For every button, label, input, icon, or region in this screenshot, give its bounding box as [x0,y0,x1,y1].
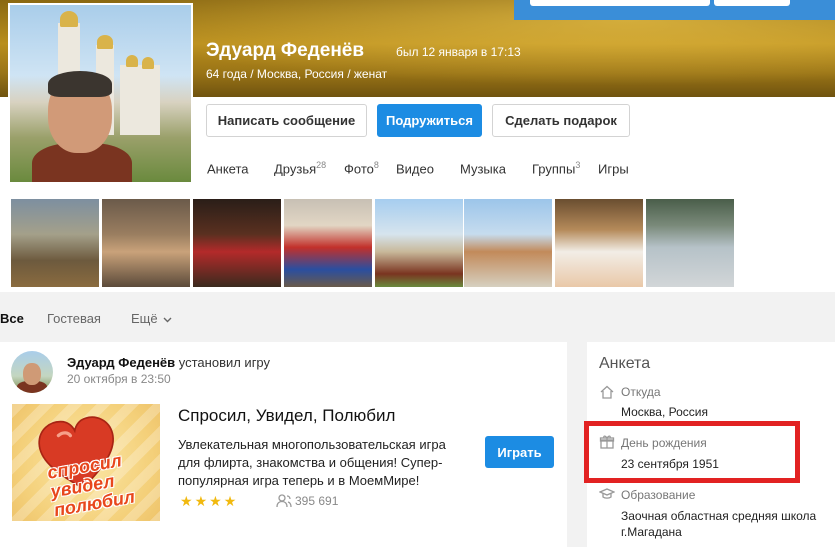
tab-photos[interactable]: Фото8 [344,160,379,176]
photo-thumb[interactable] [284,199,372,287]
post-author-name[interactable]: Эдуард Феденёв [67,355,175,370]
post-time: 20 октября в 23:50 [67,372,171,386]
tab-all[interactable]: Все [0,311,24,326]
profile-info: 64 года / Москва, Россия / женат [206,67,388,81]
star-icon: ★ [223,493,239,509]
education-value: Заочная областная средняя школа г.Магада… [621,509,817,539]
photo-thumb[interactable] [646,199,734,287]
education-label: Образование [621,488,696,502]
tab-profile[interactable]: Анкета [207,160,249,176]
players-count: 395 691 [276,494,338,508]
photo-thumb[interactable] [102,199,190,287]
search-field[interactable] [530,0,710,6]
star-icon: ★ [180,493,195,509]
chevron-down-icon [163,317,172,323]
home-icon [600,385,614,399]
tab-friends[interactable]: Друзья28 [274,160,326,176]
tab-guestbook[interactable]: Гостевая [47,311,101,326]
rating-stars: ★★★★ [180,493,238,510]
summary-title: Анкета [599,355,651,372]
send-message-button[interactable]: Написать сообщение [206,104,367,137]
game-title[interactable]: Спросил, Увидел, Полюбил [178,406,395,426]
play-button[interactable]: Играть [485,436,554,468]
users-icon [276,494,292,508]
photo-thumb[interactable] [555,199,643,287]
tab-more-label: Ещё [131,311,158,326]
post-author: Эдуард Феденёв установил игру [67,355,270,370]
tab-games[interactable]: Игры [598,160,629,176]
profile-name: Эдуард Феденёв [206,40,365,61]
tab-music[interactable]: Музыка [460,160,506,176]
game-description: Увлекательная многопользовательская игра… [178,437,446,488]
add-friend-button[interactable]: Подружиться [377,104,482,137]
photo-thumb[interactable] [375,199,463,287]
game-thumbnail[interactable]: спросил увидел полюбил [12,404,160,521]
star-icon: ★ [209,493,224,509]
tab-video[interactable]: Видео [396,160,434,176]
photo-thumb[interactable] [464,199,552,287]
birthday-highlight-frame [584,421,800,483]
from-value: Москва, Россия [621,405,708,419]
photo-thumb[interactable] [193,199,281,287]
send-gift-button[interactable]: Сделать подарок [492,104,630,137]
post-action: установил игру [178,355,271,370]
tab-groups[interactable]: Группы3 [532,160,580,176]
star-icon: ★ [194,493,210,509]
post-author-avatar[interactable] [11,351,53,393]
graduation-cap-icon [599,488,615,499]
last-seen: был 12 января в 17:13 [396,45,521,59]
photo-thumb[interactable] [11,199,99,287]
avatar-photo [10,5,191,182]
search-button[interactable] [714,0,790,6]
profile-avatar[interactable] [8,3,193,184]
feed-post: Эдуард Феденёв установил игру 20 октября… [0,342,567,547]
top-search-bar [514,0,835,20]
from-label: Откуда [621,385,661,399]
players-value: 395 691 [295,494,339,508]
tab-more[interactable]: Ещё [131,311,172,326]
